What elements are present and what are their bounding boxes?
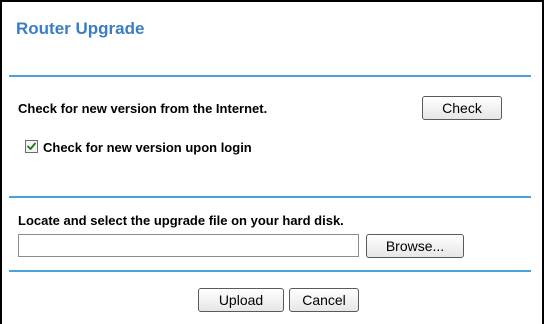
section-divider-middle [9,196,531,198]
cancel-button[interactable]: Cancel [289,288,359,312]
upgrade-file-label: Locate and select the upgrade file on yo… [18,213,344,228]
upgrade-file-input[interactable] [18,234,359,257]
router-upgrade-panel: Router Upgrade Check for new version fro… [0,0,544,324]
check-on-login-checkbox[interactable] [25,140,38,153]
page-title: Router Upgrade [16,19,145,38]
upload-button[interactable]: Upload [198,288,284,312]
browse-button[interactable]: Browse... [366,234,464,258]
check-internet-label: Check for new version from the Internet. [18,101,268,116]
check-on-login-label: Check for new version upon login [43,140,252,155]
section-divider-top [9,75,531,77]
section-divider-bottom [9,270,531,272]
check-button[interactable]: Check [422,96,502,120]
checkmark-icon [27,142,36,150]
